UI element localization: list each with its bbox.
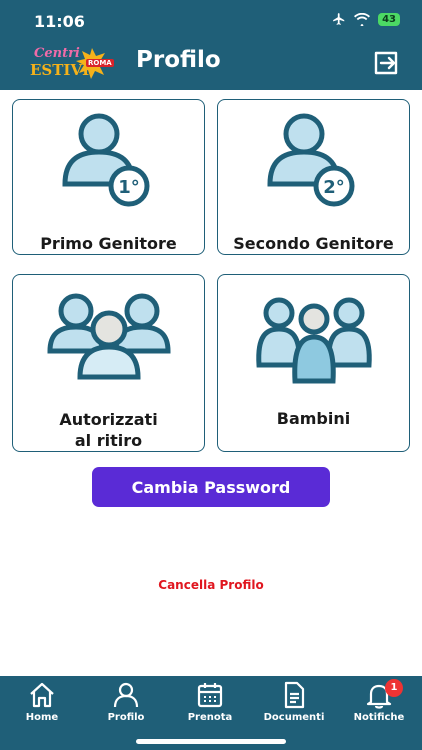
logo-text-centri: Centri (34, 46, 80, 61)
tab-profilo[interactable]: Profilo (86, 680, 166, 730)
logout-button[interactable] (372, 49, 400, 77)
card-secondo-genitore[interactable]: 2° Secondo Genitore (217, 99, 410, 255)
card-label-autorizzati: Autorizzati al ritiro (13, 409, 204, 451)
card-label-autorizzati-line2: al ritiro (74, 431, 143, 450)
tab-home[interactable]: Home (2, 680, 82, 730)
tab-prenota[interactable]: Prenota (170, 680, 250, 730)
wifi-icon (354, 12, 371, 26)
card-bambini[interactable]: Bambini (217, 274, 410, 452)
delete-profile-link[interactable]: Cancella Profilo (0, 578, 422, 592)
notification-badge: 1 (385, 679, 403, 697)
centri-estivi-logo: Centri ESTIVI ROMA (30, 46, 116, 80)
change-password-button[interactable]: Cambia Password (92, 467, 330, 507)
card-badge-2: 2° (323, 177, 345, 198)
card-badge-1: 1° (118, 177, 140, 198)
logout-icon (374, 51, 398, 75)
airplane-icon (333, 13, 345, 25)
tab-home-label: Home (25, 712, 59, 723)
logo-badge-roma: ROMA (86, 59, 114, 67)
card-primo-genitore[interactable]: 1° Primo Genitore (12, 99, 205, 255)
document-icon (284, 681, 305, 709)
card-label-autorizzati-line1: Autorizzati (59, 410, 158, 429)
card-autorizzati-ritiro[interactable]: Autorizzati al ritiro (12, 274, 205, 452)
card-label-secondo-genitore: Secondo Genitore (233, 234, 394, 253)
parent-one-icon: 1° (13, 100, 204, 230)
card-label-bambini: Bambini (276, 409, 351, 428)
authorized-group-icon (13, 275, 204, 405)
user-icon (113, 682, 139, 708)
calendar-icon (197, 683, 223, 708)
tab-notifiche-label: Notifiche (353, 712, 405, 723)
page-title: Profilo (136, 47, 221, 73)
tab-profilo-label: Profilo (107, 712, 145, 723)
children-group-icon (218, 275, 409, 405)
parent-two-icon: 2° (218, 100, 409, 230)
tab-documenti-label: Documenti (263, 712, 325, 723)
app-header: 11:06 43 Centri ESTIVI ROMA Profilo (0, 0, 422, 90)
status-time: 11:06 (34, 12, 85, 31)
tab-prenota-label: Prenota (187, 712, 233, 723)
tab-documenti[interactable]: Documenti (254, 680, 334, 730)
tab-notifiche[interactable]: 1 Notifiche (339, 679, 419, 730)
logo-text-estivi: ESTIVI (30, 61, 90, 79)
home-icon (30, 682, 54, 708)
status-icons: 43 (332, 12, 400, 26)
battery-indicator: 43 (378, 12, 400, 26)
home-indicator (136, 739, 286, 744)
card-label-primo-genitore: Primo Genitore (40, 234, 177, 253)
